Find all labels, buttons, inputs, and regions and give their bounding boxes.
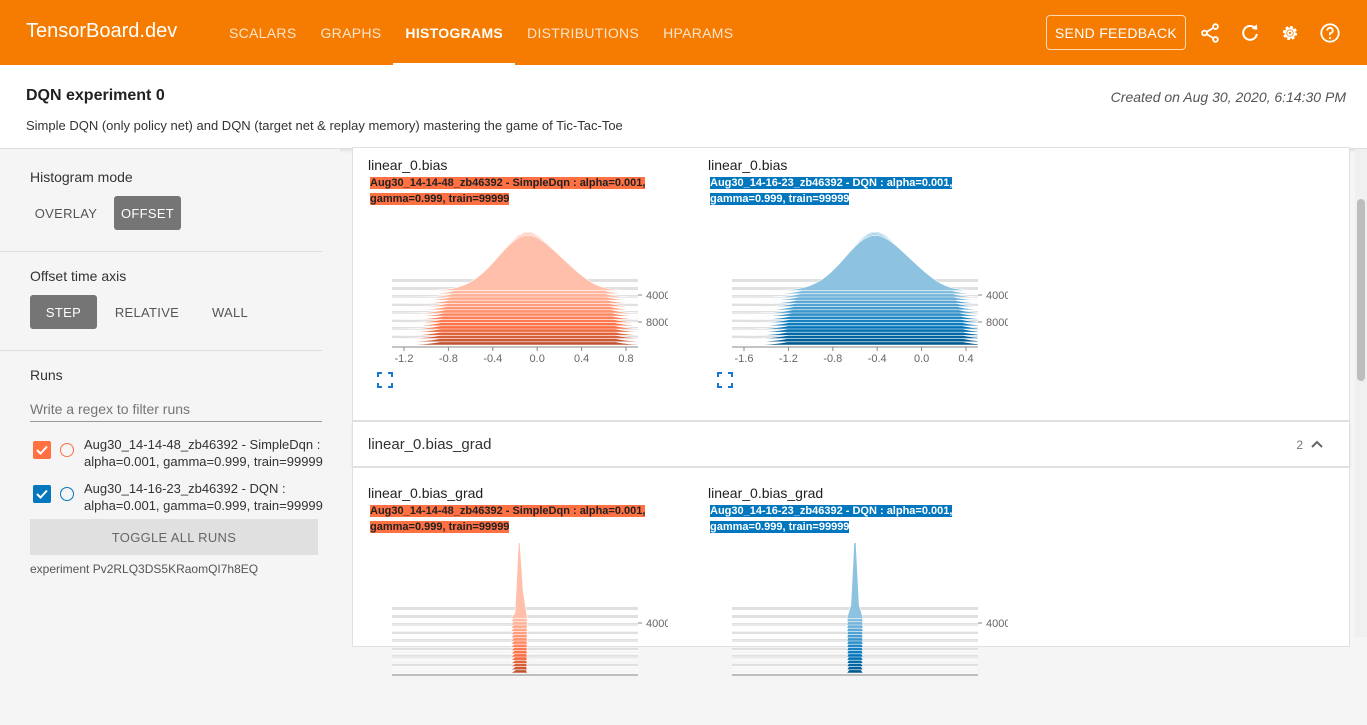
ridge-plot: 40000 bbox=[392, 543, 668, 676]
share-icon[interactable] bbox=[1199, 22, 1221, 44]
run-color-swatch[interactable] bbox=[60, 443, 74, 457]
sidebar: Histogram mode OVERLAY OFFSET Offset tim… bbox=[0, 149, 340, 637]
offset-time-axis-title: Offset time axis bbox=[30, 268, 127, 284]
chart-card-group: linear_0.bias Aug30_14-14-48_zb46392 - S… bbox=[352, 147, 1350, 421]
x-tick-label: -0.4 bbox=[483, 353, 502, 365]
created-timestamp: Created on Aug 30, 2020, 6:14:30 PM bbox=[1110, 89, 1346, 105]
run-item[interactable]: Aug30_14-14-48_zb46392 - SimpleDqn : alp… bbox=[33, 436, 323, 472]
settings-icon[interactable] bbox=[1279, 22, 1301, 44]
nav-tabs: SCALARS GRAPHS HISTOGRAMS DISTRIBUTIONS … bbox=[217, 0, 745, 65]
y-tick-label: 40000 bbox=[646, 618, 668, 630]
group-header-bias-grad[interactable]: linear_0.bias_grad 2 bbox=[352, 421, 1350, 467]
fullscreen-icon[interactable] bbox=[717, 372, 733, 388]
scrollbar[interactable] bbox=[1355, 149, 1367, 637]
top-app-bar: TensorBoard.dev SCALARS GRAPHS HISTOGRAM… bbox=[0, 0, 1367, 65]
send-feedback-button[interactable]: SEND FEEDBACK bbox=[1046, 15, 1186, 50]
x-tick-label: 0.0 bbox=[530, 353, 545, 365]
fullscreen-icon[interactable] bbox=[377, 372, 393, 388]
run-filter-input[interactable]: Write a regex to filter runs bbox=[30, 395, 322, 422]
wall-button[interactable]: WALL bbox=[198, 295, 262, 329]
runs-title: Runs bbox=[30, 367, 63, 383]
histogram-panel: linear_0.bias Aug30_14-14-48_zb46392 - S… bbox=[352, 147, 1350, 676]
histogram-mode-title: Histogram mode bbox=[30, 169, 133, 185]
experiment-description: Simple DQN (only policy net) and DQN (ta… bbox=[26, 118, 623, 133]
experiment-title: DQN experiment 0 bbox=[26, 87, 165, 104]
histogram-chart: linear_0.bias_grad Aug30_14-16-23_zb4639… bbox=[708, 485, 1008, 725]
group-count: 2 bbox=[1296, 438, 1303, 452]
run-color-swatch[interactable] bbox=[60, 487, 74, 501]
chart-title: linear_0.bias bbox=[368, 157, 448, 173]
histogram-chart: linear_0.bias_grad Aug30_14-14-48_zb4639… bbox=[368, 485, 668, 725]
run-tag-line: Aug30_14-16-23_zb46392 - DQN : alpha=0.0… bbox=[710, 177, 953, 189]
ridge-layer bbox=[392, 235, 639, 291]
run-tag-line: Aug30_14-14-48_zb46392 - SimpleDqn : alp… bbox=[370, 505, 646, 517]
tab-histograms[interactable]: HISTOGRAMS bbox=[393, 0, 515, 65]
chart-title: linear_0.bias_grad bbox=[708, 485, 824, 501]
tab-scalars[interactable]: SCALARS bbox=[217, 0, 308, 65]
run-tag-line: gamma=0.999, train=99999 bbox=[710, 521, 850, 533]
y-tick-label: 40000 bbox=[646, 290, 668, 302]
run-label: Aug30_14-14-48_zb46392 - SimpleDqn : alp… bbox=[84, 437, 323, 469]
x-tick-label: 0.0 bbox=[914, 353, 929, 365]
y-tick-label: 80000 bbox=[646, 317, 668, 329]
tab-hparams[interactable]: HPARAMS bbox=[651, 0, 745, 65]
ridge-plot: 40000 bbox=[732, 543, 1008, 676]
brand-title[interactable]: TensorBoard.dev bbox=[26, 20, 177, 43]
tab-graphs[interactable]: GRAPHS bbox=[308, 0, 393, 65]
help-icon[interactable] bbox=[1319, 22, 1341, 44]
x-tick-label: -1.2 bbox=[779, 353, 798, 365]
divider bbox=[0, 251, 322, 252]
refresh-icon[interactable] bbox=[1239, 22, 1261, 44]
run-tag: Aug30_14-14-48_zb46392 - SimpleDqn : alp… bbox=[368, 175, 647, 207]
x-tick-label: -0.4 bbox=[868, 353, 887, 365]
chart-card-group: linear_0.bias_grad Aug30_14-14-48_zb4639… bbox=[352, 467, 1350, 676]
tab-distributions[interactable]: DISTRIBUTIONS bbox=[515, 0, 651, 65]
y-tick-label: 40000 bbox=[986, 618, 1008, 630]
x-tick-label: -0.8 bbox=[823, 353, 842, 365]
run-tag-line: Aug30_14-16-23_zb46392 - DQN : alpha=0.0… bbox=[710, 505, 953, 517]
x-tick-label: 0.4 bbox=[574, 353, 589, 365]
run-checkbox[interactable] bbox=[33, 441, 51, 459]
relative-button[interactable]: RELATIVE bbox=[108, 295, 186, 329]
run-checkbox[interactable] bbox=[33, 485, 51, 503]
x-tick-label: 0.4 bbox=[958, 353, 973, 365]
experiment-id: experiment Pv2RLQ3DS5KRaomQI7h8EQ bbox=[30, 562, 259, 576]
checkmark-icon bbox=[36, 445, 48, 455]
toggle-all-runs-button[interactable]: TOGGLE ALL RUNS bbox=[30, 519, 318, 555]
experiment-header: DQN experiment 0 Simple DQN (only policy… bbox=[0, 65, 1367, 149]
checkmark-icon bbox=[36, 489, 48, 499]
run-item[interactable]: Aug30_14-16-23_zb46392 - DQN : alpha=0.0… bbox=[33, 480, 323, 516]
run-label: Aug30_14-16-23_zb46392 - DQN : alpha=0.0… bbox=[84, 481, 323, 513]
histogram-chart: linear_0.bias Aug30_14-16-23_zb46392 - D… bbox=[708, 157, 1008, 397]
step-button[interactable]: STEP bbox=[30, 295, 97, 329]
run-tag: Aug30_14-16-23_zb46392 - DQN : alpha=0.0… bbox=[708, 175, 954, 207]
histogram-chart: linear_0.bias Aug30_14-14-48_zb46392 - S… bbox=[368, 157, 668, 397]
chevron-up-icon[interactable] bbox=[1310, 437, 1324, 451]
run-tag: Aug30_14-14-48_zb46392 - SimpleDqn : alp… bbox=[368, 503, 647, 535]
run-tag: Aug30_14-16-23_zb46392 - DQN : alpha=0.0… bbox=[708, 503, 954, 535]
ridge-plot: -1.2 -0.8 -0.4 0.0 0.4 0.8 40000 80000 bbox=[391, 231, 668, 365]
y-tick-label: 80000 bbox=[986, 317, 1008, 329]
offset-button[interactable]: OFFSET bbox=[114, 196, 181, 230]
x-tick-label: -1.6 bbox=[735, 353, 754, 365]
ridge-plot: -1.6 -1.2 -0.8 -0.4 0.0 0.4 40000 80000 bbox=[732, 231, 1008, 365]
run-tag-line: Aug30_14-14-48_zb46392 - SimpleDqn : alp… bbox=[370, 177, 646, 189]
run-tag-line: gamma=0.999, train=99999 bbox=[370, 193, 510, 205]
divider bbox=[0, 350, 322, 351]
chart-title: linear_0.bias_grad bbox=[368, 485, 484, 501]
x-tick-label: 0.8 bbox=[618, 353, 633, 365]
overlay-button[interactable]: OVERLAY bbox=[30, 196, 102, 230]
y-tick-label: 40000 bbox=[986, 290, 1008, 302]
group-name: linear_0.bias_grad bbox=[368, 436, 492, 453]
x-tick-label: -1.2 bbox=[395, 353, 414, 365]
chart-title: linear_0.bias bbox=[708, 157, 788, 173]
run-tag-line: gamma=0.999, train=99999 bbox=[370, 521, 510, 533]
x-tick-label: -0.8 bbox=[439, 353, 458, 365]
scrollbar-thumb[interactable] bbox=[1357, 199, 1365, 381]
ridge-layer bbox=[732, 235, 979, 291]
run-tag-line: gamma=0.999, train=99999 bbox=[710, 193, 850, 205]
